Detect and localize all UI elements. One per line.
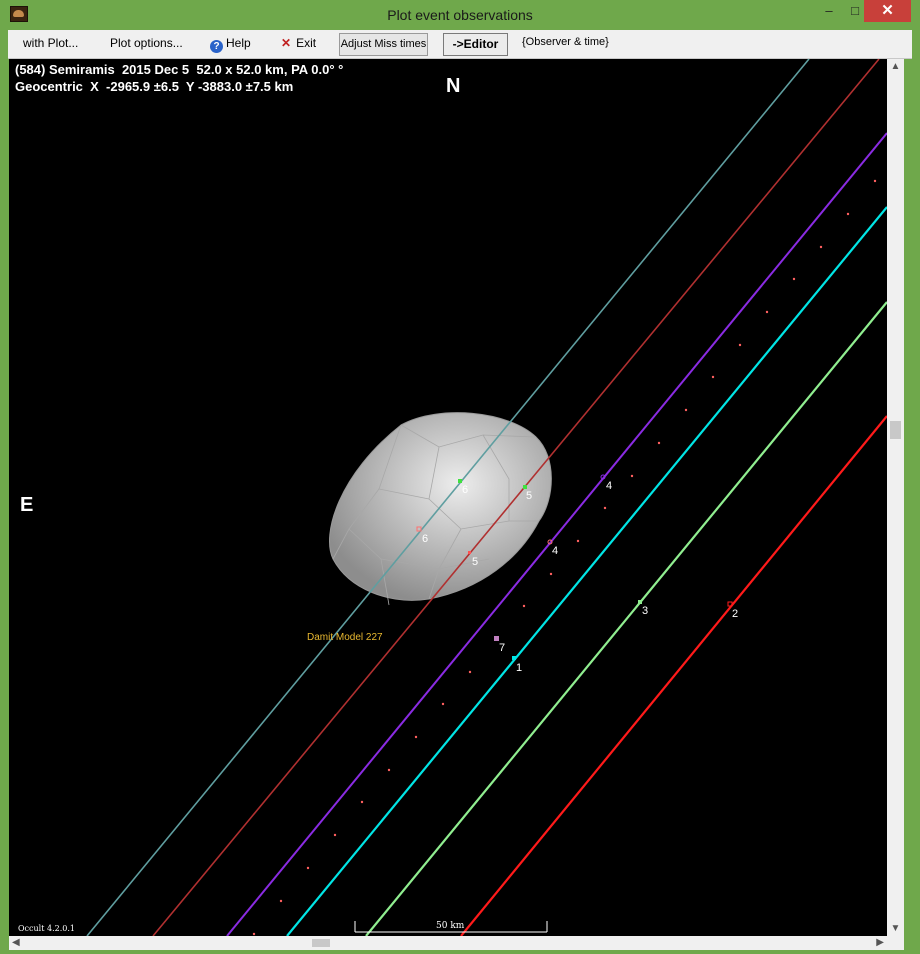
menu-exit-label: Exit [296, 36, 317, 50]
menu-with-plot[interactable]: with Plot... [23, 36, 78, 50]
marker-1 [512, 656, 516, 660]
chord-line-6-miss [86, 59, 810, 936]
exit-icon: ✕ [281, 36, 292, 50]
marker-6-disappear [458, 479, 462, 483]
marker-5-reappear [468, 551, 471, 554]
chord-line-4-miss [226, 132, 887, 936]
marker-5-disappear [523, 485, 527, 489]
window-title: Plot event observations [387, 7, 533, 23]
marker-3 [638, 600, 642, 604]
horizontal-scrollbar[interactable]: ◀ ▶ [9, 936, 887, 950]
scroll-up-icon[interactable]: ▲ [887, 61, 904, 72]
menu-plot-options[interactable]: Plot options... [110, 36, 183, 50]
app-window: Plot event observations – □ ✕ with Plot.… [0, 0, 920, 954]
chord-label-6b: 6 [422, 533, 428, 545]
chord-label-3: 3 [642, 605, 648, 617]
chord-label-5b: 5 [472, 556, 478, 568]
scroll-right-icon[interactable]: ▶ [876, 937, 884, 948]
version-label: Occult 4.2.0.1 [18, 924, 75, 933]
north-label: N [446, 75, 461, 97]
vertical-scroll-thumb[interactable] [890, 421, 901, 439]
scale-label: 50 km [436, 921, 465, 931]
menu-exit[interactable]: ✕ Exit [281, 36, 316, 50]
chord-label-4a: 4 [606, 480, 612, 492]
chord-label-2: 2 [732, 608, 738, 620]
vertical-scrollbar[interactable]: ▲ ▼ [887, 59, 904, 936]
adjust-miss-times-button[interactable]: Adjust Miss times [339, 33, 428, 56]
chord-line-3 [365, 301, 887, 936]
close-button[interactable]: ✕ [864, 0, 911, 22]
marker-7 [494, 636, 499, 641]
chord-label-7: 7 [499, 642, 505, 654]
chord-line-5-miss [152, 59, 880, 936]
east-label: E [20, 494, 34, 516]
plot-canvas[interactable]: 6 6 5 5 4 4 7 1 3 2 Damit Model 227 (584… [9, 59, 887, 936]
scroll-corner [887, 936, 904, 950]
chord-label-5a: 5 [526, 490, 532, 502]
horizontal-scroll-thumb[interactable] [312, 939, 330, 947]
title-bar: Plot event observations – □ ✕ [0, 0, 920, 30]
model-label: Damit Model 227 [307, 632, 383, 643]
editor-button[interactable]: ->Editor [443, 33, 508, 56]
plot-svg: 6 6 5 5 4 4 7 1 3 2 Damit Model 227 [86, 59, 887, 936]
menu-observer-time[interactable]: {Observer & time} [522, 36, 609, 48]
help-icon: ? [210, 40, 223, 53]
scroll-down-icon[interactable]: ▼ [887, 923, 904, 934]
asteroid-shape [329, 412, 552, 606]
chord-label-6a: 6 [462, 484, 468, 496]
plot-header-line2: Geocentric X -2965.9 ±6.5 Y -3883.0 ±7.5… [15, 79, 294, 94]
plot-header-line1: (584) Semiramis 2015 Dec 5 52.0 x 52.0 k… [15, 62, 344, 77]
menu-bar: with Plot... Plot options... ? Help ✕ Exit… [8, 30, 912, 59]
minimize-button[interactable]: – [816, 0, 842, 22]
menu-help-label: Help [226, 36, 251, 50]
menu-help[interactable]: ? Help [210, 36, 251, 53]
chord-label-1: 1 [516, 662, 522, 674]
chord-label-4b: 4 [552, 545, 558, 557]
scroll-left-icon[interactable]: ◀ [12, 937, 20, 948]
